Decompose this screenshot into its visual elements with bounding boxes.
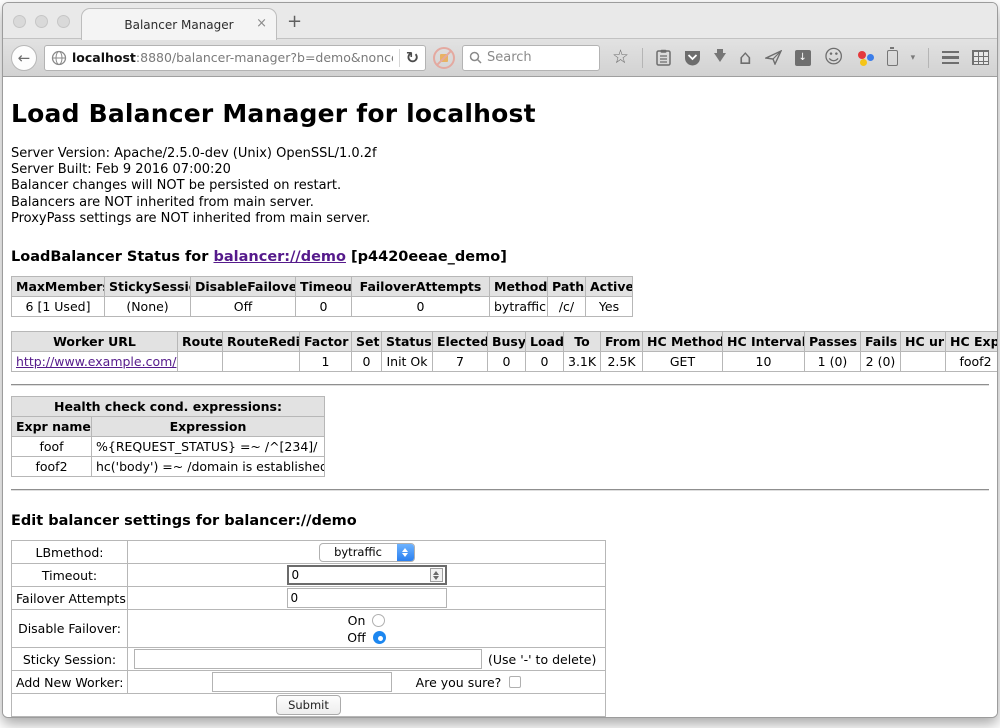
server-info: Server Version: Apache/2.5.0-dev (Unix) …	[11, 146, 989, 227]
balancer-demo-link[interactable]: balancer://demo	[213, 249, 346, 265]
reading-list-icon[interactable]	[656, 49, 671, 66]
page-title: Load Balancer Manager for localhost	[11, 99, 989, 128]
bookmark-star-icon[interactable]: ☆	[612, 49, 629, 66]
toolbar-divider	[642, 48, 643, 68]
worker-row: http://www.example.com/ 1 0 Init Ok 7 0 …	[12, 352, 998, 372]
col-maxmembers: MaxMembers	[12, 277, 105, 297]
save-page-icon[interactable]: ↓	[795, 50, 811, 66]
back-button[interactable]: ←	[11, 45, 37, 71]
timeout-input[interactable]	[287, 565, 447, 585]
submit-button[interactable]: Submit	[276, 695, 341, 715]
failover-attempts-label: Failover Attempts:	[12, 587, 128, 610]
search-placeholder: Search	[487, 50, 532, 65]
radio-off-label: Off	[347, 629, 365, 646]
tab-balancer-manager[interactable]: Balancer Manager ×	[81, 8, 277, 40]
worker-url-link[interactable]: http://www.example.com/	[16, 354, 176, 369]
url-host: localhost	[72, 50, 136, 65]
server-built: Server Built: Feb 9 2016 07:00:20	[11, 162, 989, 178]
disable-failover-on-radio[interactable]	[372, 614, 385, 627]
disable-failover-off-radio[interactable]	[373, 631, 386, 644]
divider	[11, 384, 989, 386]
col-disablefailover: DisableFailover	[191, 277, 296, 297]
toolbar-icons: ☆ ⌂ ↓ ☺ ▾	[612, 48, 989, 68]
browser-window: Balancer Manager × + ← localhost:8880/ba…	[2, 2, 998, 718]
navigation-toolbar: ← localhost:8880/balancer-manager?b=demo…	[3, 39, 997, 77]
health-table-title: Health check cond. expressions:	[12, 397, 325, 417]
col-method: Method	[490, 277, 548, 297]
sticky-session-input[interactable]	[134, 649, 482, 669]
traffic-lights	[13, 15, 70, 28]
health-check-table: Health check cond. expressions: Expr nam…	[11, 396, 325, 477]
col-worker-url: Worker URL	[12, 332, 178, 352]
lbmethod-select[interactable]: bytraffic	[319, 543, 415, 562]
tab-close-icon[interactable]: ×	[256, 16, 267, 31]
timeout-label: Timeout:	[12, 564, 128, 587]
proxypass-note: ProxyPass settings are NOT inherited fro…	[11, 211, 989, 227]
dropdown-caret-icon[interactable]: ▾	[911, 53, 916, 63]
number-spinner-icon[interactable]	[430, 568, 443, 582]
col-expr-name: Expr name	[12, 417, 92, 437]
url-text[interactable]: localhost:8880/balancer-manager?b=demo&n…	[72, 50, 393, 65]
tab-title: Balancer Manager	[124, 18, 233, 32]
zoom-window-button[interactable]	[57, 15, 70, 28]
persist-note: Balancer changes will NOT be persisted o…	[11, 178, 989, 194]
disable-failover-label: Disable Failover:	[12, 610, 128, 648]
col-stickysession: StickySession	[105, 277, 191, 297]
edit-settings-heading: Edit balancer settings for balancer://de…	[11, 513, 989, 529]
status-heading: LoadBalancer Status for balancer://demo …	[11, 249, 989, 265]
new-tab-button[interactable]: +	[287, 13, 302, 31]
add-new-worker-label: Add New Worker:	[12, 671, 128, 694]
failover-attempts-input[interactable]	[287, 588, 447, 608]
downloads-icon[interactable]	[714, 53, 726, 62]
col-active: Active	[586, 277, 633, 297]
col-path: Path	[548, 277, 586, 297]
globe-icon	[51, 50, 67, 66]
table-row: 6 [1 Used] (None) Off 0 0 bytraffic /c/ …	[12, 297, 633, 317]
send-tab-icon[interactable]	[765, 50, 782, 65]
divider	[11, 489, 989, 491]
radio-on-label: On	[348, 612, 366, 629]
close-window-button[interactable]	[13, 15, 26, 28]
menu-icon[interactable]	[942, 51, 959, 65]
url-divider	[399, 49, 400, 67]
search-bar[interactable]: Search	[462, 45, 600, 71]
pocket-icon[interactable]	[684, 50, 701, 66]
page-content: Load Balancer Manager for localhost Serv…	[3, 77, 997, 717]
tab-strip: Balancer Manager × +	[3, 3, 997, 39]
are-you-sure-checkbox[interactable]	[509, 676, 521, 688]
chat-smiley-icon[interactable]: ☺	[824, 49, 844, 66]
select-stepper-icon	[397, 544, 414, 561]
server-version: Server Version: Apache/2.5.0-dev (Unix) …	[11, 146, 989, 162]
add-worker-input[interactable]	[212, 672, 392, 692]
worker-table: Worker URL Route RouteRedir Factor Set S…	[11, 331, 997, 372]
balancer-status-table: MaxMembers StickySession DisableFailover…	[11, 276, 633, 317]
health-row: foof %{REQUEST_STATUS} =~ /^[234]/	[12, 437, 325, 457]
tile-view-icon[interactable]	[972, 50, 989, 65]
are-you-sure-label: Are you sure?	[416, 675, 502, 690]
toolbar-divider-2	[928, 48, 929, 68]
lbmethod-label: LBmethod:	[12, 541, 128, 564]
url-bar[interactable]: localhost:8880/balancer-manager?b=demo&n…	[44, 45, 426, 71]
search-icon	[469, 51, 482, 64]
reload-icon[interactable]: ↻	[406, 48, 419, 67]
col-timeout: Timeout	[296, 277, 352, 297]
content-blocked-icon[interactable]	[433, 47, 455, 69]
back-arrow-icon: ←	[18, 49, 31, 67]
battery-extension-icon[interactable]	[887, 50, 898, 66]
sticky-session-label: Sticky Session:	[12, 648, 128, 671]
url-path: :8880/balancer-manager?b=demo&nonce=decc…	[136, 50, 393, 65]
lbmethod-selected-value: bytraffic	[320, 544, 397, 561]
col-failoverattempts: FailoverAttempts	[352, 277, 490, 297]
health-row: foof2 hc('body') =~ /domain is establish…	[12, 457, 325, 477]
minimize-window-button[interactable]	[35, 15, 48, 28]
col-expression: Expression	[92, 417, 325, 437]
colored-dots-extension-icon[interactable]	[857, 50, 874, 66]
home-icon[interactable]: ⌂	[739, 49, 752, 66]
sticky-session-hint: (Use '-' to delete)	[488, 652, 596, 667]
balancer-settings-form: LBmethod: bytraffic Timeout:	[11, 540, 606, 717]
inherit-note: Balancers are NOT inherited from main se…	[11, 195, 989, 211]
